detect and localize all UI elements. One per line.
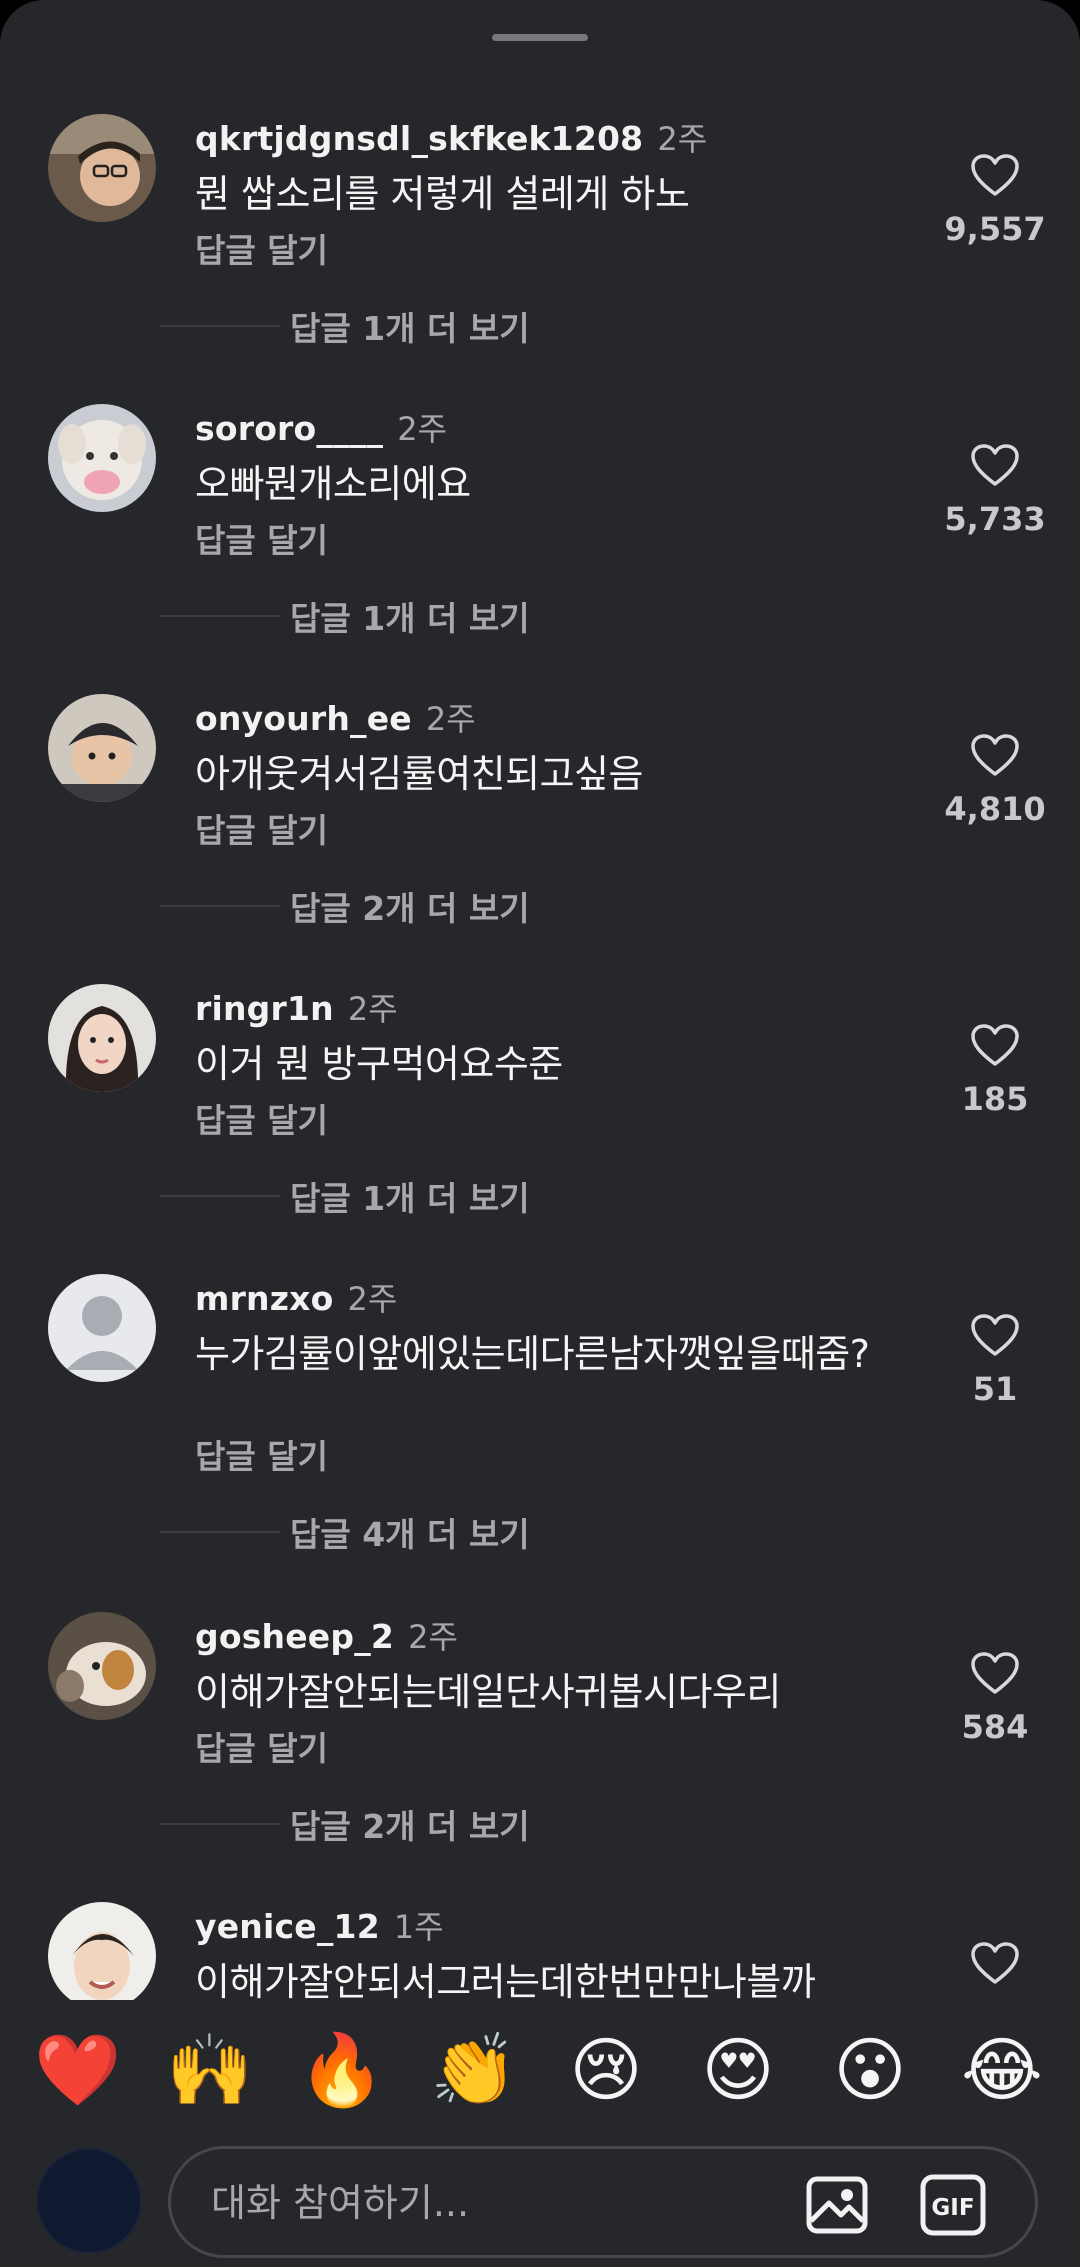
reply-button[interactable]: 답글 달기 [195, 1722, 328, 1770]
emoji-clap-button[interactable]: 👏 [426, 2022, 522, 2118]
comment-input[interactable] [211, 2175, 731, 2231]
comment-text: 이해가잘안되는데일단사귀봅시다우리 [195, 1670, 781, 1714]
avatar[interactable] [48, 1274, 156, 1382]
view-more-replies-label: 답글 4개 더 보기 [290, 1515, 530, 1554]
emoji-heart-button[interactable]: ❤️ [30, 2022, 126, 2118]
username[interactable]: sororo____ [195, 409, 383, 448]
comment-list[interactable]: qkrtjdgnsdl_skfkek1208 2주 뭔 쌉소리를 저렇게 설레게… [0, 0, 1080, 2000]
timestamp: 2주 [425, 700, 476, 738]
emoji-raised-hands-button[interactable]: 🙌 [162, 2022, 258, 2118]
reply-button[interactable]: 답글 달기 [195, 1430, 328, 1478]
view-more-replies-label: 답글 1개 더 보기 [290, 1179, 530, 1218]
like-count: 9,557 [944, 210, 1046, 248]
reply-button[interactable]: 답글 달기 [195, 804, 328, 852]
divider-line [160, 1823, 280, 1825]
view-more-replies-label: 답글 1개 더 보기 [290, 599, 530, 638]
view-more-replies[interactable]: 답글 2개 더 보기 [160, 1804, 530, 1846]
image-icon[interactable] [801, 2169, 873, 2241]
comment-text: 뭔 쌉소리를 저렇게 설레게 하노 [195, 172, 690, 216]
timestamp: 2주 [397, 410, 448, 448]
username[interactable]: qkrtjdgnsdl_skfkek1208 [195, 119, 643, 158]
like-count: 51 [972, 1370, 1018, 1408]
avatar[interactable] [48, 1902, 156, 2000]
like-count: 4,810 [944, 790, 1046, 828]
like-control[interactable] [935, 1940, 1055, 1986]
avatar[interactable] [48, 114, 156, 222]
heart-icon[interactable] [969, 1650, 1021, 1696]
timestamp: 2주 [347, 1280, 398, 1318]
divider-line [160, 1531, 280, 1533]
view-more-replies-label: 답글 1개 더 보기 [290, 309, 530, 348]
username[interactable]: ringr1n [195, 989, 334, 1028]
comment-composer: GIF [0, 2142, 1080, 2267]
heart-icon[interactable] [969, 732, 1021, 778]
username[interactable]: mrnzxo [195, 1279, 334, 1318]
emoji-heart-eyes-button[interactable]: 😍 [690, 2022, 786, 2118]
reply-button[interactable]: 답글 달기 [195, 1094, 328, 1142]
heart-icon[interactable] [969, 1312, 1021, 1358]
divider-line [160, 905, 280, 907]
like-count: 185 [961, 1080, 1029, 1118]
view-more-replies-label: 답글 2개 더 보기 [290, 1807, 530, 1846]
heart-icon[interactable] [969, 442, 1021, 488]
emoji-fire-button[interactable]: 🔥 [294, 2022, 390, 2118]
my-avatar [36, 2148, 142, 2254]
like-control[interactable]: 9,557 [935, 152, 1055, 248]
view-more-replies[interactable]: 답글 1개 더 보기 [160, 306, 530, 348]
like-control[interactable]: 51 [935, 1312, 1055, 1408]
comment-text: 이해가잘안되서그러는데한번만만나볼까 [195, 1960, 816, 2000]
view-more-replies[interactable]: 답글 2개 더 보기 [160, 886, 530, 928]
emoji-reaction-bar: ❤️ 🙌 🔥 👏 😢 😍 😮 😂 [0, 2022, 1080, 2122]
emoji-crying-button[interactable]: 😢 [558, 2022, 654, 2118]
like-control[interactable]: 4,810 [935, 732, 1055, 828]
view-more-replies[interactable]: 답글 1개 더 보기 [160, 1176, 530, 1218]
comment-text: 아개웃겨서김률여친되고싶음 [195, 752, 643, 796]
gif-icon[interactable]: GIF [917, 2169, 989, 2241]
comment-text: 오빠뭔개소리에요 [195, 462, 471, 506]
emoji-surprised-button[interactable]: 😮 [822, 2022, 918, 2118]
view-more-replies[interactable]: 답글 4개 더 보기 [160, 1512, 530, 1554]
timestamp: 1주 [393, 1908, 444, 1946]
divider-line [160, 615, 280, 617]
divider-line [160, 1195, 280, 1197]
comments-sheet: qkrtjdgnsdl_skfkek1208 2주 뭔 쌉소리를 저렇게 설레게… [0, 0, 1080, 2267]
username[interactable]: gosheep_2 [195, 1617, 394, 1656]
reply-button[interactable]: 답글 달기 [195, 224, 328, 272]
username[interactable]: onyourh_ee [195, 699, 412, 738]
emoji-laughing-button[interactable]: 😂 [954, 2022, 1050, 2118]
heart-icon[interactable] [969, 152, 1021, 198]
timestamp: 2주 [347, 990, 398, 1028]
divider-line [160, 325, 280, 327]
like-control[interactable]: 185 [935, 1022, 1055, 1118]
comment-input-container[interactable]: GIF [168, 2146, 1038, 2258]
reply-button[interactable]: 답글 달기 [195, 514, 328, 562]
heart-icon[interactable] [969, 1022, 1021, 1068]
username[interactable]: yenice_12 [195, 1907, 380, 1946]
avatar[interactable] [48, 984, 156, 1092]
view-more-replies-label: 답글 2개 더 보기 [290, 889, 530, 928]
like-count: 5,733 [944, 500, 1046, 538]
like-count: 584 [961, 1708, 1029, 1746]
heart-icon[interactable] [969, 1940, 1021, 1986]
like-control[interactable]: 584 [935, 1650, 1055, 1746]
view-more-replies[interactable]: 답글 1개 더 보기 [160, 596, 530, 638]
comment-text: 이거 뭔 방구먹어요수준 [195, 1042, 563, 1086]
timestamp: 2주 [657, 120, 708, 158]
svg-text:GIF: GIF [931, 2195, 974, 2221]
avatar[interactable] [48, 1612, 156, 1720]
timestamp: 2주 [408, 1618, 458, 1656]
comment-text: 누가김률이앞에있는데다른남자깻잎을때줌? [195, 1332, 870, 1376]
like-control[interactable]: 5,733 [935, 442, 1055, 538]
avatar[interactable] [48, 694, 156, 802]
avatar[interactable] [48, 404, 156, 512]
